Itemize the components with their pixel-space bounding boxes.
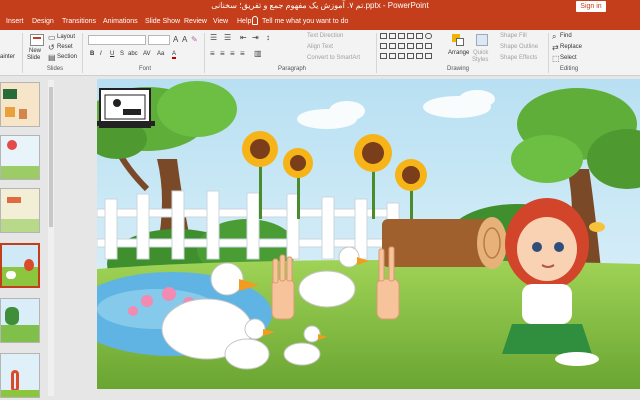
font-name-dropdown[interactable] bbox=[88, 35, 146, 45]
change-case-button[interactable]: Aa bbox=[157, 51, 164, 57]
quick-styles-icon[interactable] bbox=[476, 34, 488, 46]
status-area bbox=[56, 389, 640, 400]
sign-in-button[interactable]: Sign in bbox=[576, 1, 606, 12]
shadow-button[interactable]: abc bbox=[128, 51, 138, 57]
columns-icon[interactable]: ▥ bbox=[254, 50, 262, 58]
group-separator bbox=[82, 33, 83, 73]
bullets-icon[interactable]: ☰ bbox=[210, 34, 217, 42]
strikethrough-button[interactable]: S bbox=[120, 51, 124, 57]
tab-animations[interactable]: Animations bbox=[103, 16, 138, 28]
group-separator bbox=[548, 33, 549, 73]
slides-group-label: Slides bbox=[46, 66, 64, 72]
group-separator bbox=[22, 33, 23, 73]
shape-outline-button[interactable]: Shape Outline bbox=[500, 44, 538, 50]
format-painter-button[interactable]: ainter bbox=[0, 54, 15, 60]
align-right-icon[interactable]: ≡ bbox=[230, 50, 235, 58]
layout-button[interactable]: Layout bbox=[57, 34, 75, 40]
group-separator bbox=[204, 33, 205, 73]
decrease-font-icon[interactable]: A bbox=[182, 36, 187, 44]
shape-fill-button[interactable]: Shape Fill bbox=[500, 33, 527, 39]
align-left-icon[interactable]: ≡ bbox=[210, 50, 215, 58]
find-button[interactable]: Find bbox=[560, 33, 572, 39]
window-title: تم ۷. آموزش یک مفهوم جمع و تفریق؛ سخنانی… bbox=[211, 1, 429, 10]
increase-font-icon[interactable]: A bbox=[173, 36, 178, 44]
tab-review[interactable]: Review bbox=[184, 16, 207, 28]
paragraph-group-label: Paragraph bbox=[277, 66, 307, 72]
line-spacing-icon[interactable]: ↕ bbox=[266, 34, 270, 42]
new-slide-icon[interactable] bbox=[30, 34, 44, 46]
underline-button[interactable]: U bbox=[110, 51, 114, 57]
thumbnail-scroll-thumb[interactable] bbox=[49, 87, 53, 227]
tab-transitions[interactable]: Transitions bbox=[62, 16, 96, 28]
reading-logo-icon bbox=[97, 88, 155, 128]
ribbon-tab-bar: Insert Design Transitions Animations Sli… bbox=[0, 14, 640, 30]
slide-thumbnail[interactable] bbox=[0, 298, 40, 343]
arrange-button[interactable]: Arrange bbox=[448, 50, 469, 56]
tab-insert[interactable]: Insert bbox=[6, 16, 24, 28]
quick-styles-button-label[interactable]: Styles bbox=[472, 57, 488, 63]
slide-thumbnail-active[interactable] bbox=[0, 243, 40, 288]
reset-icon: ↺ bbox=[48, 43, 55, 52]
section-button[interactable]: Section bbox=[57, 54, 77, 60]
lightbulb-icon bbox=[252, 16, 258, 25]
increase-indent-icon[interactable]: ⇥ bbox=[252, 34, 259, 42]
wooden-log bbox=[382, 217, 507, 269]
decrease-indent-icon[interactable]: ⇤ bbox=[240, 34, 247, 42]
select-icon[interactable]: ⬚ bbox=[552, 55, 560, 63]
slide-thumbnail[interactable] bbox=[0, 82, 40, 127]
new-slide-button[interactable]: New bbox=[29, 48, 41, 54]
tab-slide-show[interactable]: Slide Show bbox=[145, 16, 180, 28]
ribbon: ainter New Slide ▭ Layout ↺ Reset ▤ Sect… bbox=[0, 30, 640, 76]
font-group-label: Font bbox=[138, 66, 151, 72]
title-bar: تم ۷. آموزش یک مفهوم جمع و تفریق؛ سخنانی… bbox=[0, 0, 640, 14]
clear-format-icon[interactable]: ✎ bbox=[191, 36, 198, 44]
find-icon[interactable]: ⌕ bbox=[552, 33, 556, 41]
tab-design[interactable]: Design bbox=[32, 16, 54, 28]
arrange-icon[interactable] bbox=[452, 34, 464, 46]
slide-thumbnail[interactable] bbox=[0, 353, 40, 398]
align-text-button[interactable]: Align Text bbox=[307, 44, 333, 50]
bold-button[interactable]: B bbox=[90, 51, 94, 57]
slide-canvas[interactable] bbox=[97, 79, 640, 389]
section-icon: ▤ bbox=[48, 53, 56, 62]
replace-button[interactable]: Replace bbox=[560, 44, 582, 50]
shapes-gallery[interactable] bbox=[380, 33, 442, 63]
justify-icon[interactable]: ≡ bbox=[240, 50, 245, 58]
quick-styles-button[interactable]: Quick bbox=[473, 50, 488, 56]
slide-thumbnail[interactable] bbox=[0, 135, 40, 180]
tab-view[interactable]: View bbox=[213, 16, 228, 28]
new-slide-button-label[interactable]: Slide bbox=[27, 55, 40, 61]
slide-illustration bbox=[97, 79, 640, 389]
editing-group-label: Editing bbox=[559, 66, 579, 72]
character-spacing-button[interactable]: AV bbox=[143, 51, 151, 57]
layout-icon: ▭ bbox=[48, 33, 56, 42]
font-color-button[interactable]: A bbox=[172, 51, 177, 59]
drawing-group-label: Drawing bbox=[446, 66, 469, 72]
replace-icon[interactable]: ⇄ bbox=[552, 44, 559, 52]
italic-button[interactable]: I bbox=[100, 51, 102, 57]
tab-help[interactable]: Help bbox=[237, 16, 251, 28]
convert-smartart-button[interactable]: Convert to SmartArt bbox=[307, 55, 360, 61]
text-direction-button[interactable]: Text Direction bbox=[307, 33, 343, 39]
select-button[interactable]: Select bbox=[560, 55, 577, 61]
reset-button[interactable]: Reset bbox=[57, 44, 73, 50]
align-center-icon[interactable]: ≡ bbox=[220, 50, 225, 58]
numbering-icon[interactable]: ☰ bbox=[224, 34, 231, 42]
shape-effects-button[interactable]: Shape Effects bbox=[500, 55, 537, 61]
tell-me-search[interactable]: Tell me what you want to do bbox=[262, 16, 348, 28]
font-size-dropdown[interactable] bbox=[148, 35, 170, 45]
group-separator bbox=[376, 33, 377, 73]
slide-thumbnail[interactable] bbox=[0, 188, 40, 233]
